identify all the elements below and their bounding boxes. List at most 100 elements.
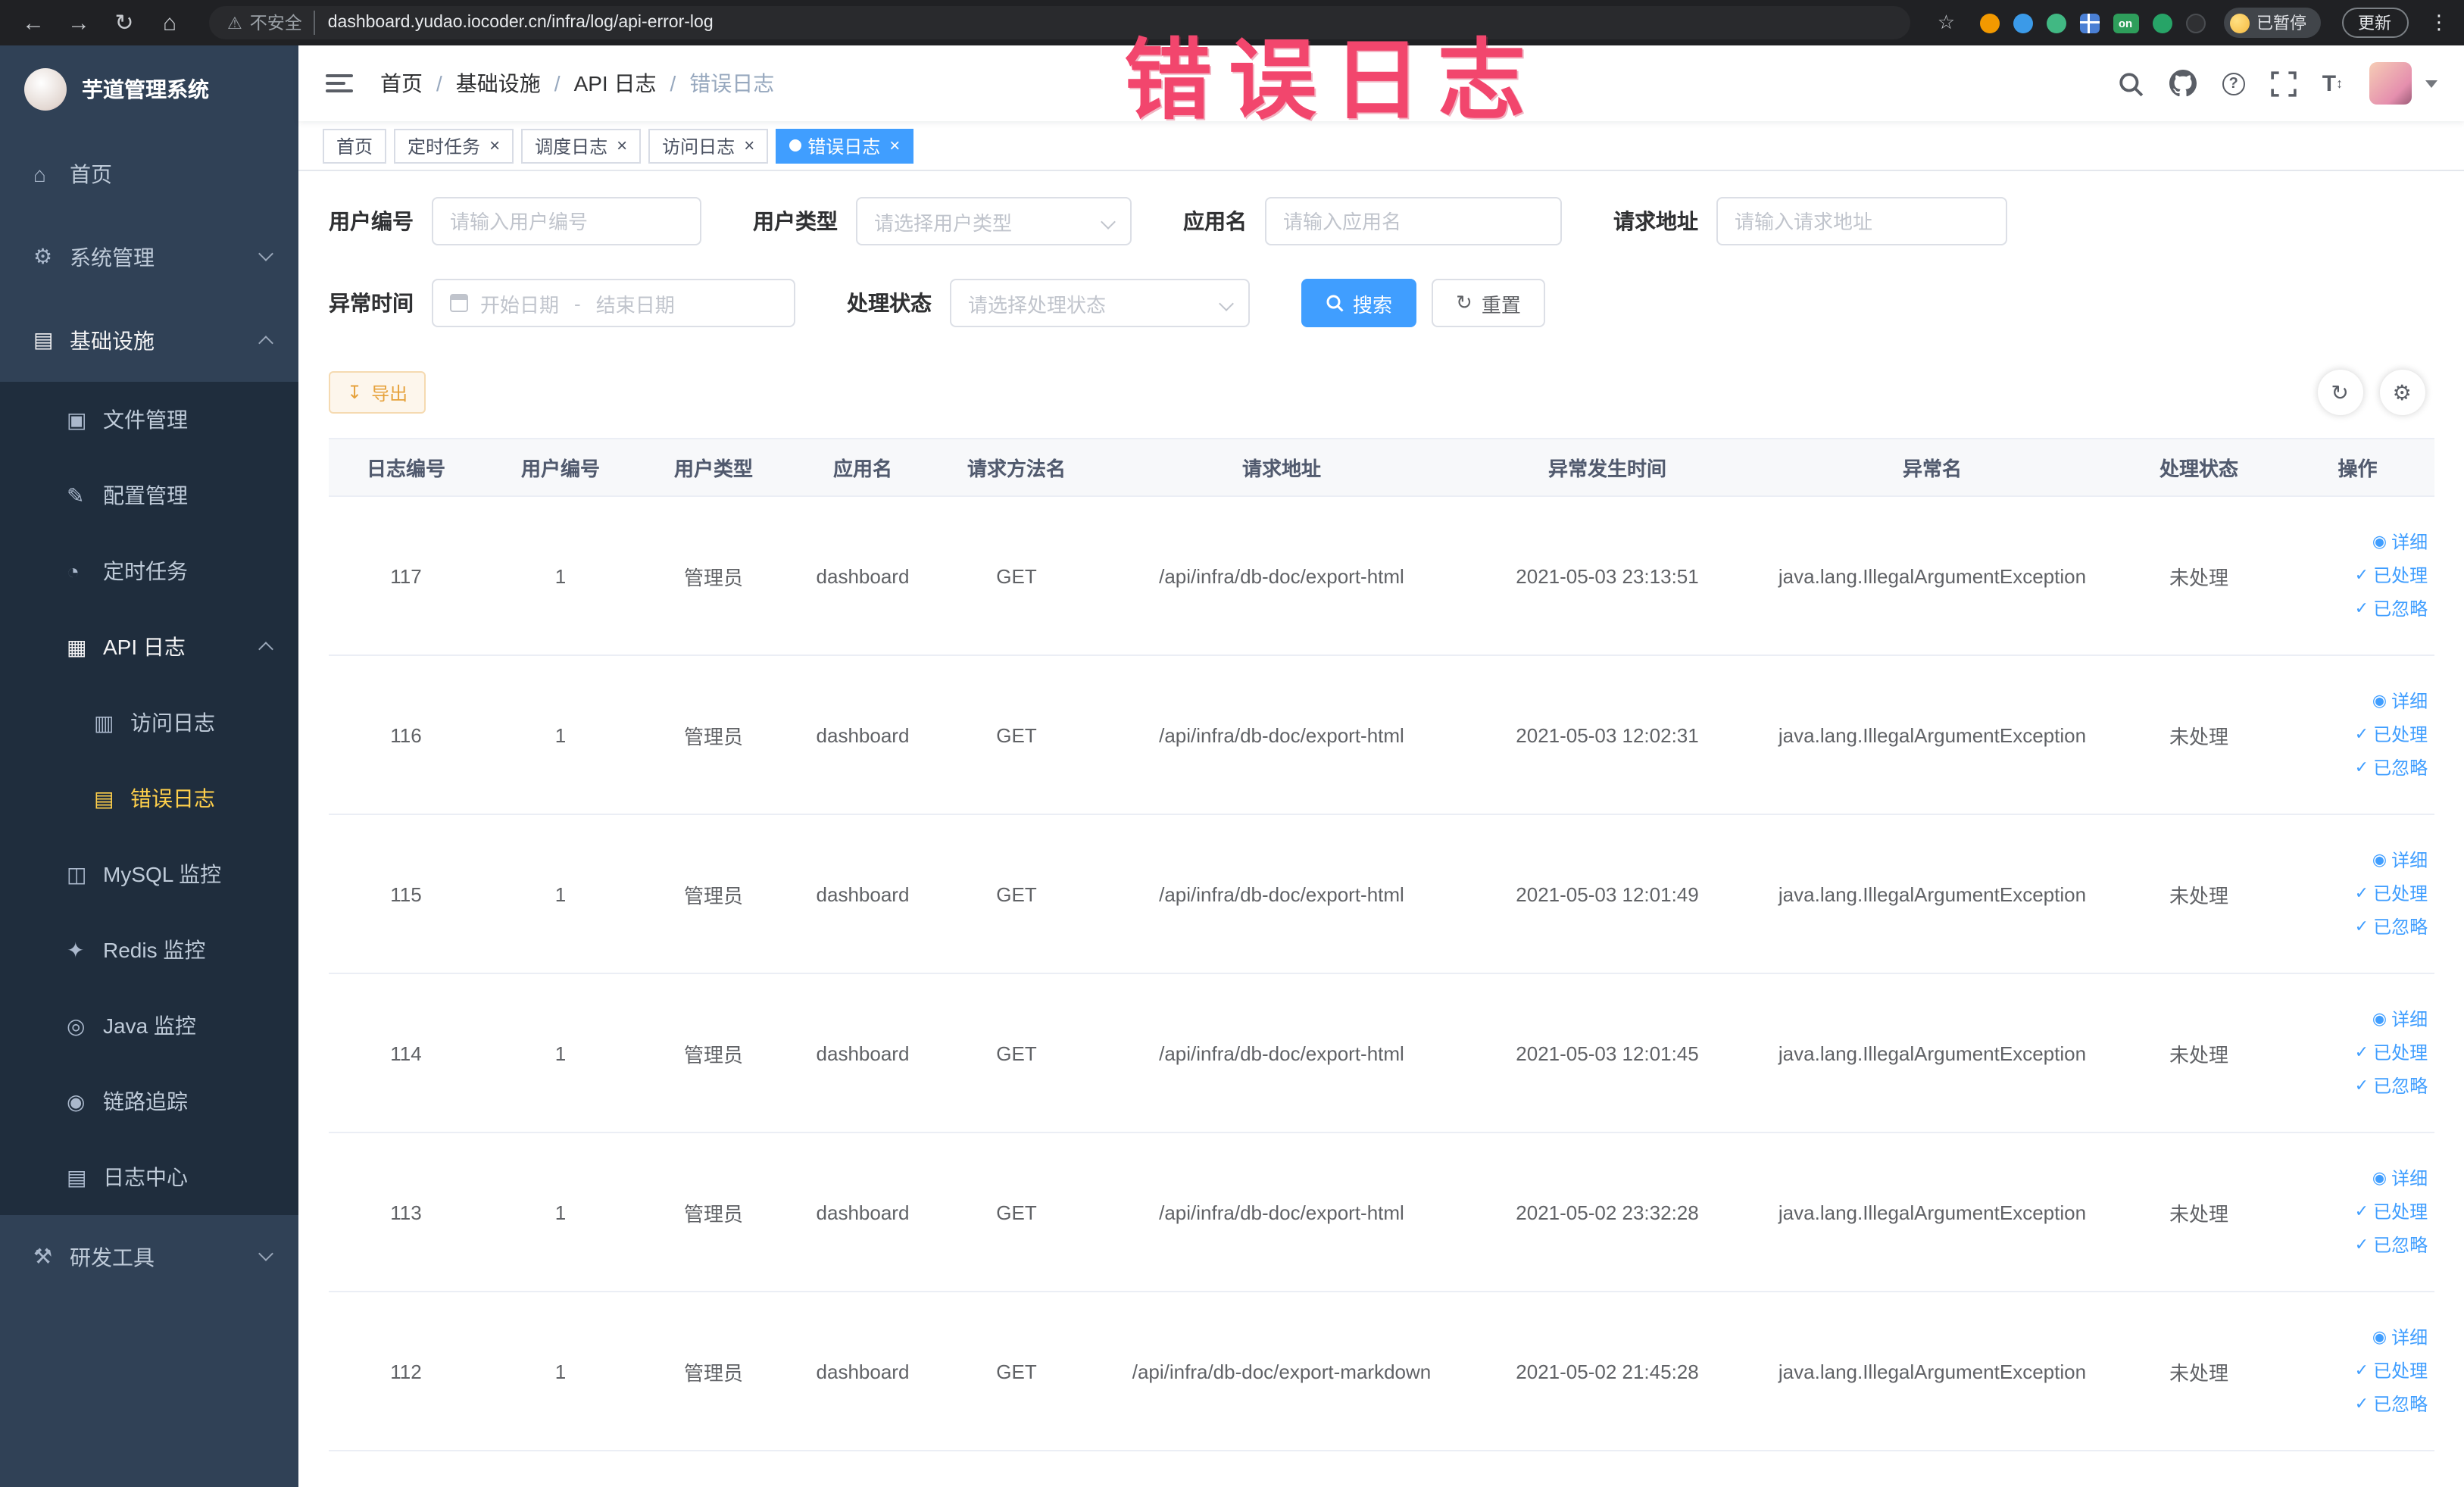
sidebar: 芋道管理系统 ⌂ 首页 ⚙ 系统管理 ▤ 基础设施 ▣ 文件管理 ✎ 配置管理 … [0,45,298,1487]
chevron-down-icon [258,245,273,261]
cell-method: GET [936,1132,1097,1292]
cell-user-id: 1 [483,496,638,656]
close-icon[interactable]: × [889,135,900,156]
sidebar-item-mysql-monitor[interactable]: ◫ MySQL 监控 [0,836,298,912]
chevron-up-icon [258,642,273,657]
detail-link[interactable]: ◉ 详细 [2281,1003,2434,1036]
mark-ignored-link[interactable]: ✓ 已忽略 [2281,1388,2434,1421]
tab-scheduled-jobs[interactable]: 定时任务 × [394,128,514,163]
detail-link[interactable]: ◉ 详细 [2281,1321,2434,1354]
mark-ignored-link[interactable]: ✓ 已忽略 [2281,1070,2434,1103]
cell-request-url: /api/infra/db-doc/export-html [1097,655,1466,815]
browser-home-button[interactable]: ⌂ [151,5,188,41]
clock-icon: ◔ [67,559,80,583]
sidebar-item-redis-monitor[interactable]: ✦ Redis 监控 [0,912,298,988]
tab-access-log[interactable]: 访问日志 × [648,128,769,163]
extension-icon[interactable] [1979,13,1999,33]
process-status-select[interactable]: 请选择处理状态 [950,279,1250,327]
forward-button[interactable]: → [61,5,97,41]
security-label: 不安全 [250,11,316,35]
extension-paw-icon[interactable] [2185,13,2205,33]
cell-method: GET [936,973,1097,1133]
detail-link[interactable]: ◉ 详细 [2281,685,2434,718]
update-button[interactable]: 更新 [2341,8,2408,38]
mark-processed-link[interactable]: ✓ 已处理 [2281,877,2434,911]
mark-ignored-link[interactable]: ✓ 已忽略 [2281,592,2434,626]
extension-on-badge[interactable]: on [2113,13,2138,33]
sidebar-item-home[interactable]: ⌂ 首页 [0,132,298,215]
mark-processed-link[interactable]: ✓ 已处理 [2281,718,2434,751]
sidebar-item-java-monitor[interactable]: ◎ Java 监控 [0,988,298,1064]
column-settings-button[interactable]: ⚙ [2379,370,2425,415]
sidebar-item-api-log[interactable]: ▦ API 日志 [0,609,298,685]
cell-user-type: 管理员 [638,973,789,1133]
request-url-input[interactable] [1735,210,1989,233]
mark-processed-link[interactable]: ✓ 已处理 [2281,1354,2434,1388]
check-icon: ✓ [2354,600,2369,618]
paused-badge[interactable]: 已暂停 [2223,8,2320,38]
monitor-icon: ◎ [67,1013,86,1037]
sidebar-item-file-mgmt[interactable]: ▣ 文件管理 [0,382,298,458]
extension-icon[interactable] [2013,13,2032,33]
address-bar[interactable]: ⚠ 不安全 dashboard.yudao.iocoder.cn/infra/l… [209,6,1910,39]
extension-grid-icon[interactable] [2079,13,2099,33]
mark-processed-link[interactable]: ✓ 已处理 [2281,559,2434,592]
mark-ignored-link[interactable]: ✓ 已忽略 [2281,911,2434,944]
app-logo[interactable]: 芋道管理系统 [0,45,298,132]
search-button[interactable]: 搜索 [1301,279,1417,327]
mark-processed-link[interactable]: ✓ 已处理 [2281,1195,2434,1229]
sidebar-item-system[interactable]: ⚙ 系统管理 [0,215,298,298]
sidebar-toggle-icon[interactable] [326,74,353,92]
vue-devtools-icon[interactable] [2046,13,2066,33]
detail-link[interactable]: ◉ 详细 [2281,1162,2434,1195]
breadcrumb-item[interactable]: 基础设施 [456,68,541,98]
tab-error-log[interactable]: 错误日志 × [776,128,914,163]
mark-ignored-link[interactable]: ✓ 已忽略 [2281,751,2434,785]
help-icon[interactable]: ? [2222,72,2245,95]
sidebar-item-access-log[interactable]: ▥ 访问日志 [0,685,298,761]
fullscreen-icon[interactable] [2271,70,2297,96]
close-icon[interactable]: × [744,135,754,156]
check-icon: ✓ [2354,1362,2369,1380]
detail-link[interactable]: ◉ 详细 [2281,526,2434,559]
font-size-icon[interactable]: T ↕ [2322,70,2343,96]
caret-down-icon[interactable] [2425,80,2437,87]
tab-schedule-log[interactable]: 调度日志 × [521,128,642,163]
tab-home[interactable]: 首页 [323,128,387,163]
close-icon[interactable]: × [617,135,627,156]
bookmark-star-icon[interactable]: ☆ [1938,11,1955,35]
user-type-select[interactable]: 请选择用户类型 [856,197,1132,245]
sidebar-item-tracing[interactable]: ◉ 链路追踪 [0,1064,298,1139]
exception-time-range-picker[interactable]: 开始日期 - 结束日期 [432,279,795,327]
breadcrumb-item[interactable]: API 日志 [574,68,657,98]
error-log-table: 日志编号 用户编号 用户类型 应用名 请求方法名 请求地址 异常发生时间 异常名… [329,438,2434,1451]
sidebar-item-scheduled-jobs[interactable]: ◔ 定时任务 [0,533,298,609]
sidebar-item-log-center[interactable]: ▤ 日志中心 [0,1139,298,1215]
browser-menu-icon[interactable]: ⋮ [2429,11,2449,35]
github-icon[interactable] [2169,70,2197,97]
cell-actions: ◉ 详细 ✓ 已处理 ✓ 已忽略 [2281,973,2434,1133]
search-icon[interactable] [2118,70,2144,96]
reload-button[interactable]: ↻ [106,5,142,41]
refresh-list-button[interactable]: ↻ [2317,370,2363,415]
sidebar-item-config-mgmt[interactable]: ✎ 配置管理 [0,458,298,533]
sidebar-item-error-log[interactable]: ▤ 错误日志 [0,761,298,836]
detail-link[interactable]: ◉ 详细 [2281,844,2434,877]
extension-leaf-icon[interactable] [2152,13,2172,33]
check-icon: ✓ [2354,885,2369,903]
sidebar-item-infra[interactable]: ▤ 基础设施 [0,298,298,382]
user-id-input[interactable] [450,210,683,233]
breadcrumb-item[interactable]: 首页 [380,68,423,98]
sidebar-item-dev-tools[interactable]: ⚒ 研发工具 [0,1215,298,1298]
reset-button[interactable]: ↻ 重置 [1432,279,1545,327]
breadcrumb: 首页 / 基础设施 / API 日志 / 错误日志 [380,68,774,98]
user-avatar[interactable] [2369,62,2412,105]
mark-processed-link[interactable]: ✓ 已处理 [2281,1036,2434,1070]
mark-ignored-link[interactable]: ✓ 已忽略 [2281,1229,2434,1262]
export-button[interactable]: ↧ 导出 [329,371,426,414]
app-name-input[interactable] [1283,210,1544,233]
back-button[interactable]: ← [15,5,52,41]
request-url-label: 请求地址 [1613,209,1698,233]
paused-label: 已暂停 [2256,15,2306,33]
close-icon[interactable]: × [489,135,500,156]
